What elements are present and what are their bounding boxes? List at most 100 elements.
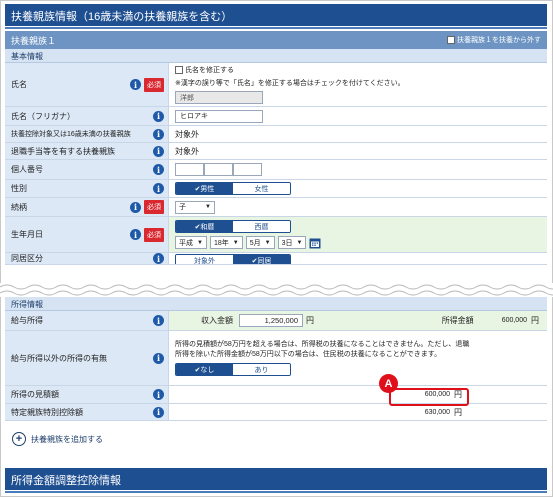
gender-label: 性別 (11, 184, 27, 193)
cohabit-toggle[interactable]: 対象外 ✔同居 (175, 254, 291, 264)
info-icon[interactable]: i (153, 315, 164, 326)
kana-row: 氏名（フリガナ） i ヒロアキ (5, 107, 547, 126)
relation-label-cell: 続柄 i 必須 (5, 198, 169, 216)
info-icon[interactable]: i (153, 406, 164, 418)
my-number-input-2[interactable] (204, 163, 233, 176)
birthdate-row: 生年月日 i 必須 ✔和暦 西暦 平成 ▼ 18年 ▼ 5月 ▼ 3日 ▼ (5, 217, 547, 253)
my-number-input-3[interactable] (233, 163, 262, 176)
info-icon[interactable]: i (130, 229, 141, 240)
my-number-label: 個人番号 (11, 165, 43, 174)
era-japanese-option[interactable]: ✔和暦 (176, 221, 233, 232)
salary-label: 給与所得 (11, 316, 43, 325)
salary-label-cell: 給与所得 i (5, 311, 169, 330)
special-deduction-value: 630,000 (424, 408, 450, 416)
year-select[interactable]: 18年 ▼ (209, 236, 243, 249)
gender-value-cell: ✔男性 女性 (169, 180, 547, 197)
kana-value-cell: ヒロアキ (169, 107, 547, 125)
info-icon[interactable]: i (153, 389, 164, 400)
info-icon[interactable]: i (153, 164, 164, 175)
retirement-row: 退職手当等を有する扶養親族 i 対象外 (5, 143, 547, 160)
dependent-section-header: 扶養親族１ 扶養親族１を扶養から外す (5, 31, 547, 49)
special-deduction-label-cell: 特定親族特別控除額 i (5, 404, 169, 420)
info-icon[interactable]: i (130, 201, 141, 213)
info-icon[interactable]: i (153, 145, 164, 157)
era-select[interactable]: 平成 ▼ (175, 236, 207, 249)
my-number-value-cell (169, 160, 547, 179)
special-deduction-unit: 円 (454, 407, 462, 417)
other-income-label: 給与所得以外の所得の有無 (11, 353, 107, 363)
gender-row: 性別 i ✔男性 女性 (5, 180, 547, 198)
fix-name-toggle[interactable]: 氏名を修正する (175, 65, 234, 75)
deduction-target-row: 扶養控除対象又は16歳未満の扶養親族 i 対象外 (5, 126, 547, 143)
remove-dependent-toggle[interactable]: 扶養親族１を扶養から外す (447, 35, 541, 45)
cohabit-row: 同居区分 i 対象外 ✔同居 (5, 253, 547, 265)
info-icon[interactable]: i (130, 79, 141, 90)
estimate-value-cell: 600,000 円 (169, 386, 547, 403)
kana-input[interactable]: ヒロアキ (175, 109, 263, 123)
income-amount-label: 収入金額 (201, 316, 233, 325)
required-badge: 必須 (144, 200, 164, 214)
era-toggle[interactable]: ✔和暦 西暦 (175, 220, 291, 233)
fix-name-checkbox[interactable] (175, 66, 183, 75)
info-icon[interactable]: i (153, 253, 164, 264)
my-number-label-cell: 個人番号 i (5, 160, 169, 179)
gender-male-option[interactable]: ✔男性 (176, 183, 233, 194)
cohabit-label: 同居区分 (11, 254, 43, 263)
my-number-input-1[interactable] (175, 163, 204, 176)
other-income-note: 所得の見積額が58万円を超える場合は、所得税の扶養になることはできません。ただし… (175, 341, 470, 358)
income-amount-group: 収入金額 1,250,000 円 (169, 314, 317, 327)
remove-dependent-checkbox[interactable] (447, 36, 455, 45)
birthdate-label-cell: 生年月日 i 必須 (5, 217, 169, 252)
kana-label: 氏名（フリガナ） (11, 111, 75, 121)
salary-value-cell: 収入金額 1,250,000 円 所得金額 600,000 円 (169, 311, 547, 330)
income-unit: 円 (306, 316, 314, 325)
page-title: 扶養親族情報（16歳未満の扶養親族を含む） (5, 4, 547, 29)
info-icon[interactable]: i (153, 128, 164, 140)
calendar-icon[interactable] (309, 237, 321, 249)
cohabit-none-option[interactable]: 対象外 (176, 255, 233, 264)
info-icon[interactable]: i (153, 110, 164, 122)
cohabit-together-option[interactable]: ✔同居 (233, 255, 290, 264)
gender-toggle[interactable]: ✔男性 女性 (175, 182, 291, 195)
other-income-value-cell: 所得の見積額が58万円を超える場合は、所得税の扶養になることはできません。ただし… (169, 331, 547, 385)
info-icon[interactable]: i (153, 183, 164, 194)
basic-info-subhead: 基本情報 (5, 49, 547, 63)
name-label: 氏名 (11, 80, 27, 89)
dependent-section-title: 扶養親族１ (11, 36, 57, 46)
era-western-option[interactable]: 西暦 (233, 221, 290, 232)
income-result-group: 所得金額 600,000 円 (317, 315, 547, 326)
relation-value-cell: 子 ▼ (169, 198, 547, 216)
birthdate-label: 生年月日 (11, 230, 43, 239)
name-note: ※漢字の誤り等で「氏名」を修正する場合はチェックを付けてください。 (175, 80, 405, 87)
name-label-cell: 氏名 i 必須 (5, 63, 169, 106)
estimate-label-cell: 所得の見積額 i (5, 386, 169, 403)
info-icon[interactable]: i (153, 352, 164, 364)
dependent-form: 扶養親族１ 扶養親族１を扶養から外す 基本情報 氏名 i 必須 氏名を修正する … (5, 31, 547, 265)
special-deduction-label: 特定親族特別控除額 (11, 407, 83, 417)
chevron-down-icon: ▼ (205, 204, 211, 210)
plus-circle-icon: + (12, 432, 26, 446)
income-result-label: 所得金額 (441, 316, 474, 325)
birthdate-value-cell: ✔和暦 西暦 平成 ▼ 18年 ▼ 5月 ▼ 3日 ▼ (169, 217, 547, 252)
chevron-down-icon: ▼ (296, 239, 303, 246)
gender-female-option[interactable]: 女性 (233, 183, 290, 194)
deduction-target-label: 扶養控除対象又は16歳未満の扶養親族 (11, 131, 131, 138)
fix-name-label: 氏名を修正する (185, 67, 234, 74)
remove-dependent-label: 扶養親族１を扶養から外す (457, 37, 541, 44)
salary-row: 給与所得 i 収入金額 1,250,000 円 所得金額 600,000 円 (5, 311, 547, 331)
income-adjustment-header: 所得金額調整控除情報 (5, 468, 547, 493)
add-dependent-link[interactable]: + 扶養親族を追加する (12, 432, 103, 446)
income-amount-input[interactable]: 1,250,000 (239, 314, 303, 327)
other-income-yes-option[interactable]: あり (233, 364, 290, 375)
income-result-value: 600,000 (501, 317, 527, 324)
other-income-none-option[interactable]: ✔なし (176, 364, 233, 375)
other-income-toggle[interactable]: ✔なし あり (175, 363, 291, 376)
other-income-label-cell: 給与所得以外の所得の有無 i (5, 331, 169, 385)
day-select[interactable]: 3日 ▼ (277, 236, 307, 249)
month-select[interactable]: 5月 ▼ (245, 236, 275, 249)
relation-label: 続柄 (11, 202, 27, 212)
name-input[interactable]: 洋郎 (175, 91, 263, 104)
relation-select[interactable]: 子 ▼ (175, 200, 215, 214)
annotation-badge: A (379, 374, 398, 393)
chevron-down-icon: ▼ (197, 239, 203, 246)
